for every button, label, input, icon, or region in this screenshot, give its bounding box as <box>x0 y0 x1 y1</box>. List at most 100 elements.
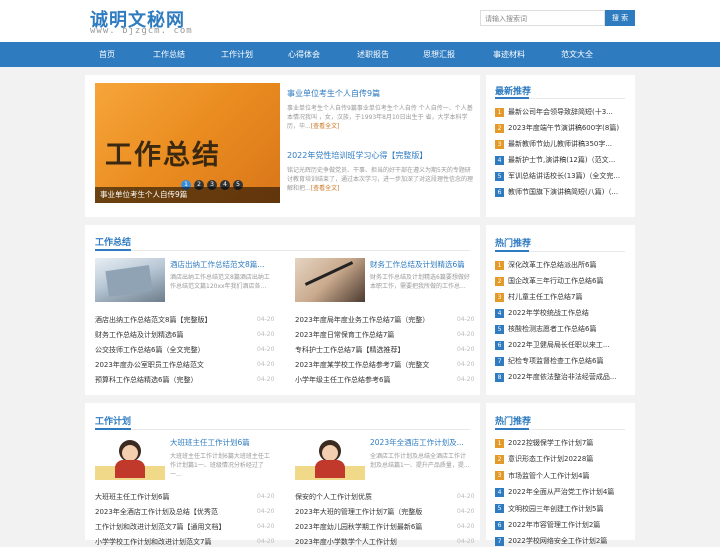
sidebar-list-item[interactable]: 1 最新公司年会领导致辞简短(十3... <box>495 107 627 117</box>
nav-item-5[interactable]: 思想汇报 <box>408 42 470 67</box>
article-thumbnail[interactable] <box>95 258 165 302</box>
rank-badge: 6 <box>495 187 504 197</box>
article-link[interactable]: 2023年度局年度业务工作总结7篇（完整） <box>295 315 443 325</box>
article-thumbnail[interactable] <box>295 436 365 480</box>
article-date: 04-20 <box>257 361 275 368</box>
list-item-text: 核酸检测志愿者工作总结6篇 <box>508 325 597 333</box>
list-item-text: 军训总结讲话校长(13篇)（全文完... <box>508 172 621 180</box>
article-link[interactable]: 小学年级主任工作总结参考6篇 <box>295 375 443 385</box>
read-more-link[interactable]: [查看全文] <box>311 185 340 192</box>
featured-image[interactable]: 工作总结 12345 事业单位考生个人自传9篇 <box>95 83 280 203</box>
title-underline <box>495 97 529 99</box>
article-date: 04-20 <box>457 508 475 515</box>
article-date: 04-20 <box>457 331 475 338</box>
rank-badge: 3 <box>495 471 504 481</box>
article-date: 04-20 <box>457 346 475 353</box>
rank-badge: 5 <box>495 324 504 334</box>
read-more-link[interactable]: [查看全文] <box>311 123 340 130</box>
rank-badge: 1 <box>495 260 504 270</box>
article-link[interactable]: 工作计划和改进计划范文7篇【通用文档】 <box>95 522 245 532</box>
article-link[interactable]: 小学学校工作计划和改进计划范文7篇 <box>95 537 245 547</box>
sidebar-list-item[interactable]: 1 深化改革工作总结派出所6篇 <box>495 260 627 270</box>
article-link[interactable]: 2023年度幼儿园秋学期工作计划最新6篇 <box>295 522 443 532</box>
article-link[interactable]: 专科护士工作总结7篇【精选推荐】 <box>295 345 443 355</box>
rank-badge: 4 <box>495 308 504 318</box>
list-item-text: 2022年卫健局局长任职以来工... <box>508 341 610 349</box>
sidebar-list-item[interactable]: 2 意识形态工作计划20228篇 <box>495 454 627 464</box>
rank-badge: 1 <box>495 107 504 117</box>
nav-item-2[interactable]: 工作计划 <box>206 42 268 67</box>
rank-badge: 1 <box>495 438 504 448</box>
sidebar-list-item[interactable]: 5 军训总结讲话校长(13篇)（全文完... <box>495 171 627 181</box>
article-thumbnail[interactable] <box>295 258 365 302</box>
section-title[interactable]: 工作计划 <box>95 414 131 427</box>
article-link[interactable]: 2023年度某学校工作总结参考7篇（完整文 <box>295 360 443 370</box>
sidebar-list-item[interactable]: 3 市场监管个人工作计划4篇 <box>495 471 627 481</box>
article-link[interactable]: 2023年度日常保育工作总结7篇 <box>295 330 443 340</box>
article-date: 04-20 <box>257 493 275 500</box>
nav-item-7[interactable]: 范文大全 <box>546 42 608 67</box>
sidebar-list-item[interactable]: 6 2022年卫健局局长任职以来工... <box>495 340 627 350</box>
search-input[interactable]: 请输入搜索词 <box>480 10 605 26</box>
featured-article-excerpt: 事业单位考生个人自传9篇事业单位考生个人自传 个人自传一、个人基本情况我叫 ，女… <box>287 105 473 130</box>
divider <box>95 429 470 430</box>
article-date: 04-20 <box>257 523 275 530</box>
article-link[interactable]: 公交技师工作总结6篇（全文完整） <box>95 345 245 355</box>
main-nav: 首页 工作总结 工作计划 心得体会 述职报告 思想汇报 事迹材料 范文大全 <box>0 42 720 67</box>
nav-item-0[interactable]: 首页 <box>78 42 136 67</box>
article-link[interactable]: 财务工作总结及计划精选6篇 <box>95 330 245 340</box>
rank-badge: 3 <box>495 292 504 302</box>
article-link[interactable]: 2023年大班的管理工作计划7篇（完整版 <box>295 507 443 517</box>
article-link[interactable]: 预算科工作总结精选6篇（完整） <box>95 375 245 385</box>
sidebar-list-item[interactable]: 6 教师节国旗下演讲稿简短(八篇)（... <box>495 187 627 197</box>
featured-article-title[interactable]: 事业单位考生个人自传9篇 <box>287 88 472 99</box>
article-link[interactable]: 保安的个人工作计划优质 <box>295 492 443 502</box>
title-underline <box>95 249 131 251</box>
list-item-text: 文明校园三年创建工作计划5篇 <box>508 504 604 513</box>
nav-item-4[interactable]: 述职报告 <box>342 42 404 67</box>
sidebar-list-item[interactable]: 7 纪检专项监督检查工作总结6篇 <box>495 356 627 366</box>
section-title[interactable]: 工作总结 <box>95 235 131 248</box>
nav-item-6[interactable]: 事迹材料 <box>478 42 540 67</box>
sub-article-title[interactable]: 2023年全酒店工作计划及... <box>370 437 472 448</box>
article-link[interactable]: 2023年度办公室职员工作总结范文 <box>95 360 245 370</box>
list-item-text: 意识形态工作计划20228篇 <box>508 455 594 464</box>
sidebar-list-item[interactable]: 1 2022控辍保学工作计划7篇 <box>495 438 627 448</box>
sidebar-list-item[interactable]: 4 2022年学校统战工作总结 <box>495 308 627 318</box>
nav-item-1[interactable]: 工作总结 <box>138 42 200 67</box>
article-link[interactable]: 大班班主任工作计划6篇 <box>95 492 245 502</box>
sidebar-list-item[interactable]: 7 2022学校网络安全工作计划2篇 <box>495 536 627 546</box>
sidebar-list-item[interactable]: 3 最新教师节幼儿教师讲稿350字... <box>495 139 627 149</box>
sub-article-title[interactable]: 财务工作总结及计划精选6篇 <box>370 259 472 270</box>
sidebar-list-item[interactable]: 4 最新护士节,演讲稿(12篇)（范文... <box>495 155 627 165</box>
article-date: 04-20 <box>457 361 475 368</box>
featured-article-title[interactable]: 2022年党性培训班学习心得【完整版】 <box>287 150 472 161</box>
sidebar-list-item[interactable]: 2 2023年度端午节演讲稿600字(8篇) <box>495 123 627 133</box>
featured-caption[interactable]: 事业单位考生个人自传9篇 <box>95 187 280 203</box>
article-thumbnail[interactable] <box>95 436 165 480</box>
site-domain: www. bjzgcm. com <box>90 26 193 36</box>
sidebar-list-item[interactable]: 4 2022年全面从严治党工作计划4篇 <box>495 487 627 497</box>
sidebar-list-item[interactable]: 6 2022年市容管理工作计划2篇 <box>495 520 627 530</box>
search-button[interactable]: 搜 索 <box>605 10 635 26</box>
rank-badge: 4 <box>495 487 504 497</box>
article-link[interactable]: 2023年全酒店工作计划及总结【优秀范 <box>95 507 245 517</box>
rank-badge: 4 <box>495 155 504 165</box>
sidebar-list-item[interactable]: 5 文明校园三年创建工作计划5篇 <box>495 504 627 514</box>
list-item-text: 2022年度依法整治非法经营成品... <box>508 373 617 381</box>
rank-badge: 2 <box>495 454 504 464</box>
divider <box>95 250 470 251</box>
sidebar-list-item[interactable]: 8 2022年度依法整治非法经营成品... <box>495 372 627 382</box>
nav-item-3[interactable]: 心得体会 <box>273 42 335 67</box>
article-link[interactable]: 2023年度小学数学个人工作计划 <box>295 537 443 547</box>
article-link[interactable]: 酒店出纳工作总结范文8篇【完整版】 <box>95 315 245 325</box>
list-item-text: 2022年学校统战工作总结 <box>508 309 589 317</box>
sub-article-title[interactable]: 大班班主任工作计划6篇 <box>170 437 272 448</box>
sidebar-list-item[interactable]: 3 村儿童主任工作总结7篇 <box>495 292 627 302</box>
sub-article-title[interactable]: 酒店出纳工作总结范文8篇... <box>170 259 272 270</box>
sidebar-list-item[interactable]: 5 核酸检测志愿者工作总结6篇 <box>495 324 627 334</box>
sub-article-excerpt: 酒店出纳工作总结范文8篇酒店出纳工作总结范文篇120xx年我们酒店各... <box>170 274 270 290</box>
sidebar-list-item[interactable]: 2 国企改革三年行动工作总结6篇 <box>495 276 627 286</box>
rank-badge: 2 <box>495 276 504 286</box>
list-item-text: 深化改革工作总结派出所6篇 <box>508 261 597 269</box>
